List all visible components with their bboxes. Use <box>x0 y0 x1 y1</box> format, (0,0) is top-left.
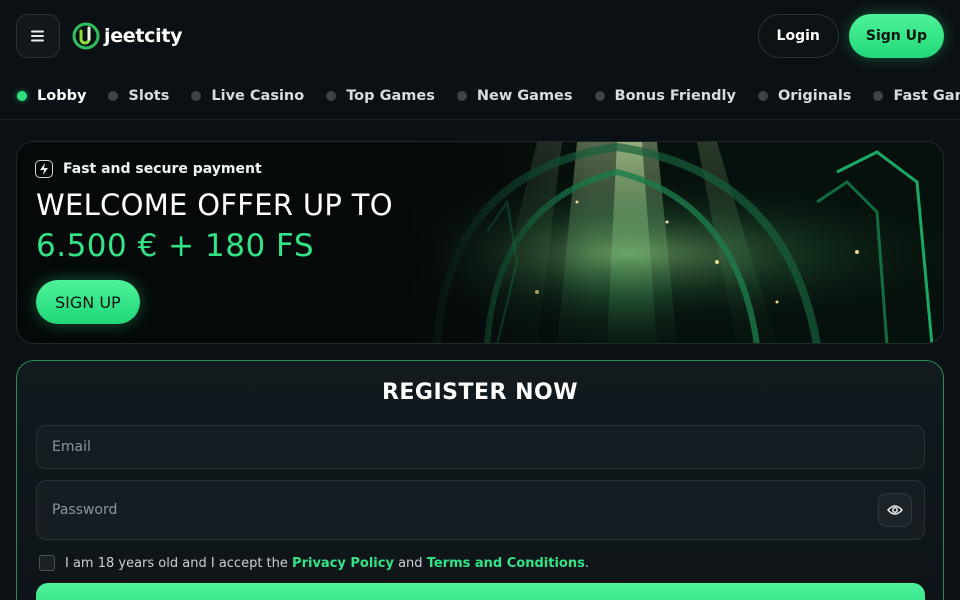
banner-amount: 6.500 € + 180 FS <box>36 228 314 264</box>
logo-icon <box>72 22 100 50</box>
nav-item-slots[interactable]: Slots <box>108 88 169 104</box>
nav-item-label: Originals <box>777 87 852 104</box>
category-nav: Lobby Slots Live Casino Top Games New Ga… <box>0 72 960 120</box>
signup-button[interactable]: Sign Up <box>848 14 944 58</box>
nav-item-label: Slots <box>128 87 170 104</box>
terms-prefix: I am 18 years old and I accept the <box>65 555 288 571</box>
nav-item-label: Lobby <box>37 87 87 104</box>
banner-signup-button[interactable]: SIGN UP <box>36 280 140 324</box>
eye-icon <box>887 505 903 515</box>
register-title: REGISTER NOW <box>381 380 579 405</box>
nav-item-label: New Games <box>476 87 573 104</box>
nav-dot-icon <box>17 90 27 101</box>
banner-tag-label: Fast and secure payment <box>63 161 262 177</box>
privacy-policy-link[interactable]: Privacy Policy <box>292 556 394 571</box>
nav-item-live-casino[interactable]: Live Casino <box>191 88 304 104</box>
terms-and: and <box>398 555 423 571</box>
login-button[interactable]: Login <box>757 14 839 58</box>
password-placeholder: Password <box>52 502 118 518</box>
terms-suffix: . <box>584 555 589 571</box>
password-field[interactable]: Password <box>36 480 925 540</box>
terms-text: I am 18 years old and I accept the Priva… <box>65 556 589 571</box>
nav-item-label: Fast Games <box>893 87 960 104</box>
nav-item-label: Live Casino <box>211 87 305 104</box>
nav-item-label: Top Games <box>346 87 435 104</box>
nav-item-originals[interactable]: Originals <box>757 87 852 104</box>
logo-text: jeetcity <box>104 25 183 47</box>
hamburger-icon <box>31 30 44 42</box>
nav-item-lobby[interactable]: Lobby <box>17 88 86 104</box>
menu-button[interactable] <box>16 14 60 58</box>
register-submit-button[interactable] <box>36 583 925 600</box>
nav-dot-icon <box>594 90 605 101</box>
register-card: REGISTER NOW Email Password I am 18 year… <box>16 360 944 600</box>
nav-dot-icon <box>191 90 202 101</box>
age-terms-checkbox[interactable] <box>39 555 55 571</box>
nav-dot-icon <box>108 90 119 101</box>
show-password-button[interactable] <box>878 493 912 527</box>
banner-title: WELCOME OFFER UP TO <box>36 188 393 222</box>
email-field[interactable]: Email <box>36 425 925 469</box>
nav-dot-icon <box>873 90 884 101</box>
nav-item-bonus-friendly[interactable]: Bonus Friendly <box>594 87 736 104</box>
nav-item-top-games[interactable]: Top Games <box>326 88 435 104</box>
nav-dot-icon <box>326 90 337 101</box>
email-placeholder: Email <box>52 439 91 455</box>
terms-row: I am 18 years old and I accept the Priva… <box>39 555 589 571</box>
nav-item-fast-games[interactable]: Fast Games <box>873 88 960 104</box>
nav-item-new-games[interactable]: New Games <box>456 87 573 104</box>
site-logo[interactable]: jeetcity <box>72 22 183 50</box>
terms-conditions-link[interactable]: Terms and Conditions <box>427 556 585 571</box>
lightning-icon <box>35 160 53 178</box>
welcome-offer-banner[interactable]: Fast and secure payment WELCOME OFFER UP… <box>16 141 944 344</box>
nav-item-label: Bonus Friendly <box>614 87 736 104</box>
banner-tag: Fast and secure payment <box>35 160 262 178</box>
nav-dot-icon <box>757 90 768 101</box>
top-header: jeetcity Login Sign Up <box>0 0 960 72</box>
nav-dot-icon <box>456 90 467 101</box>
